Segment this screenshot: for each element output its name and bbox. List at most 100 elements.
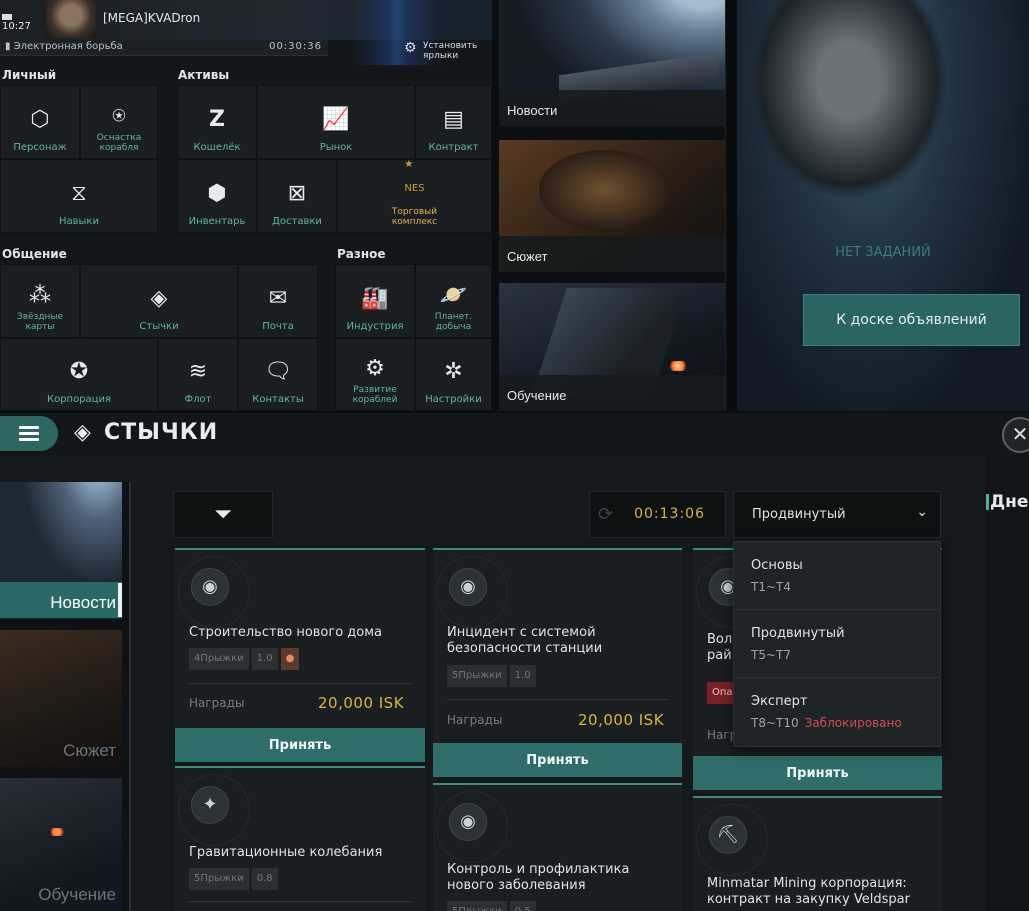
sidebar-tab-story[interactable]: Сюжет — [0, 630, 122, 767]
settings-gear-icon: ✲ — [444, 359, 463, 384]
mission-name: Инцидент с системой безопасности станции — [447, 625, 603, 656]
wallet-icon: Z — [209, 107, 225, 132]
security-tag: 0.8 — [251, 868, 278, 890]
difficulty-option-expert[interactable]: Эксперт T8~T10 Заблокировано — [734, 678, 940, 746]
mission-name: Minmatar Mining корпорация: контракт на … — [707, 876, 910, 907]
filter-button[interactable]: ⏷ — [173, 491, 273, 538]
menu-nes-store[interactable]: ★ NES Торговый комплекс — [337, 159, 492, 233]
module-icon: ▮ — [5, 41, 14, 52]
menu-corporation[interactable]: ✪ Корпорация — [0, 338, 158, 411]
security-tag: 1.0 — [251, 648, 278, 670]
contacts-icon: 🗨 — [264, 359, 292, 384]
asteroid-image — [539, 150, 669, 230]
ew-label: ▮ Электронная борьба — [5, 41, 123, 52]
menu-star-map[interactable]: ⁂ Звёздные карты — [0, 264, 80, 338]
planet-location-icon: ◉ — [449, 803, 487, 841]
mission-name: Контроль и профилактика нового заболеван… — [447, 862, 630, 893]
mission-card[interactable]: ✦ Гравитационные колебания 5Прыжки 0.8 — [175, 766, 425, 911]
sidebar-tab-tutorial[interactable]: Обучение — [0, 778, 122, 911]
skirmish-icon: ◈ — [74, 420, 91, 445]
news-card-label: Обучение — [507, 388, 567, 403]
inventory-icon: ⬢ — [207, 181, 227, 206]
menu-delivery[interactable]: ⊠ Доставки — [257, 159, 337, 233]
star-map-icon: ⁂ — [29, 283, 51, 308]
main-menu-panel: 10:27 [MEGA]KVADron ▮ Электронная борьба… — [0, 0, 492, 411]
accept-button[interactable]: Принять — [175, 728, 425, 762]
skirmish-icon: ◈ — [150, 286, 168, 311]
market-icon: 📈 — [322, 107, 350, 132]
corporation-icon: ✪ — [69, 359, 89, 384]
menu-ship-fitting[interactable]: ⍟ Оснастка корабля — [80, 85, 158, 159]
clock: 10:27 — [2, 14, 31, 34]
security-tag: 0.5 — [509, 901, 536, 911]
rewards-label: Награды — [189, 696, 245, 710]
difficulty-option-advanced[interactable]: Продвинутый T5~T7 — [734, 610, 940, 678]
menu-mail[interactable]: ✉ Почта — [238, 264, 318, 338]
reward-value: 20,000 ISK — [578, 711, 665, 729]
ore-icon: ● — [280, 648, 300, 670]
news-card-news[interactable]: Новости — [499, 0, 725, 126]
menu-character[interactable]: ⬡ Персонаж — [0, 85, 80, 159]
hamburger-menu-button[interactable] — [0, 416, 58, 451]
jumps-tag: 4Прыжки — [189, 648, 249, 670]
character-icon: ⬡ — [30, 107, 50, 132]
sidebar-tab-news[interactable]: Новости — [0, 482, 122, 619]
locked-label: Заблокировано — [804, 716, 902, 730]
jumps-tag: 5Прыжки — [447, 901, 507, 911]
menu-market[interactable]: 📈 Рынок — [257, 85, 415, 159]
menu-settings[interactable]: ✲ Настройки — [415, 338, 492, 411]
category-sidebar: Новости Сюжет Обучение — [0, 482, 131, 911]
explosion-image — [667, 361, 689, 371]
menu-contacts[interactable]: 🗨 Контакты — [238, 338, 318, 411]
mission-card[interactable]: ◉ Строительство нового дома 4Прыжки 1.0 … — [175, 548, 425, 762]
refresh-timer: ⟳ 00:13:06 — [589, 491, 726, 538]
security-tag: 1.0 — [509, 665, 536, 687]
skills-icon: ⧖ — [71, 181, 87, 206]
electronic-warfare-bar[interactable]: ▮ Электронная борьба 00:30:36 — [0, 40, 328, 56]
chevron-down-icon: ⌄ — [916, 504, 928, 520]
contract-icon: ▤ — [443, 107, 464, 132]
news-card-label: Новости — [507, 103, 558, 118]
gear-icon: ⚙ — [404, 40, 417, 56]
refresh-icon: ⟳ — [598, 504, 614, 525]
right-tab[interactable]: Дне — [986, 457, 1029, 911]
news-card-label: Сюжет — [507, 249, 548, 264]
page-title: СТЫЧКИ — [104, 420, 219, 445]
accept-button[interactable]: Принять — [693, 756, 942, 790]
news-card-story[interactable]: Сюжет — [499, 140, 725, 272]
section-assets-title: Активы — [178, 68, 230, 82]
news-card-tutorial[interactable]: Обучение — [499, 283, 725, 411]
reward-value: 20,000 ISK — [318, 694, 405, 712]
player-avatar[interactable] — [46, 0, 96, 38]
news-agent-panel: Новости Сюжет Обучение НЕТ ЗАДАНИЙ К дос… — [499, 0, 1029, 411]
menu-ship-development[interactable]: ⚙ Развитие кораблей — [335, 338, 415, 411]
nes-store-icon: ★ NES — [404, 159, 425, 194]
mission-name: Гравитационные колебания — [189, 845, 383, 860]
menu-wallet[interactable]: Z Кошелёк — [177, 85, 257, 159]
menu-inventory[interactable]: ⬢ Инвентарь — [177, 159, 257, 233]
planet-location-icon: ◉ — [449, 568, 487, 606]
set-shortcuts-button[interactable]: ⚙ Установить ярлыки — [402, 39, 486, 63]
menu-contract[interactable]: ▤ Контракт — [415, 85, 492, 159]
bulletin-board-button[interactable]: К доске объявлений — [803, 294, 1020, 346]
mission-card[interactable]: ◉ Инцидент с системой безопасности станц… — [433, 548, 682, 777]
fleet-icon: ≋ — [188, 359, 208, 384]
menu-icon — [19, 423, 39, 444]
difficulty-select[interactable]: Продвинутый ⌄ — [733, 491, 941, 538]
menu-industry[interactable]: 🏭 Индустрия — [335, 264, 415, 338]
menu-fleet[interactable]: ≋ Флот — [158, 338, 238, 411]
ew-timer: 00:30:36 — [269, 41, 322, 52]
section-personal-title: Личный — [2, 68, 57, 82]
accept-button[interactable]: Принять — [433, 743, 682, 777]
mission-card[interactable]: ◉ Контроль и профилактика нового заболев… — [433, 783, 682, 911]
menu-skirmish[interactable]: ◈ Стычки — [80, 264, 238, 338]
section-misc-title: Разное — [337, 247, 386, 261]
rewards-label: Награды — [447, 713, 503, 727]
difficulty-option-basic[interactable]: Основы T1~T4 — [734, 542, 940, 610]
menu-skills[interactable]: ⧖ Навыки — [0, 159, 158, 233]
menu-planet-mining[interactable]: 🪐 Планет. добыча — [415, 264, 492, 338]
no-tasks-label: НЕТ ЗАДАНИЙ — [835, 245, 931, 260]
hooded-agent-image — [749, 0, 949, 200]
mission-card[interactable]: ⛏ Minmatar Mining корпорация: контракт н… — [693, 796, 942, 911]
active-indicator — [118, 583, 122, 617]
